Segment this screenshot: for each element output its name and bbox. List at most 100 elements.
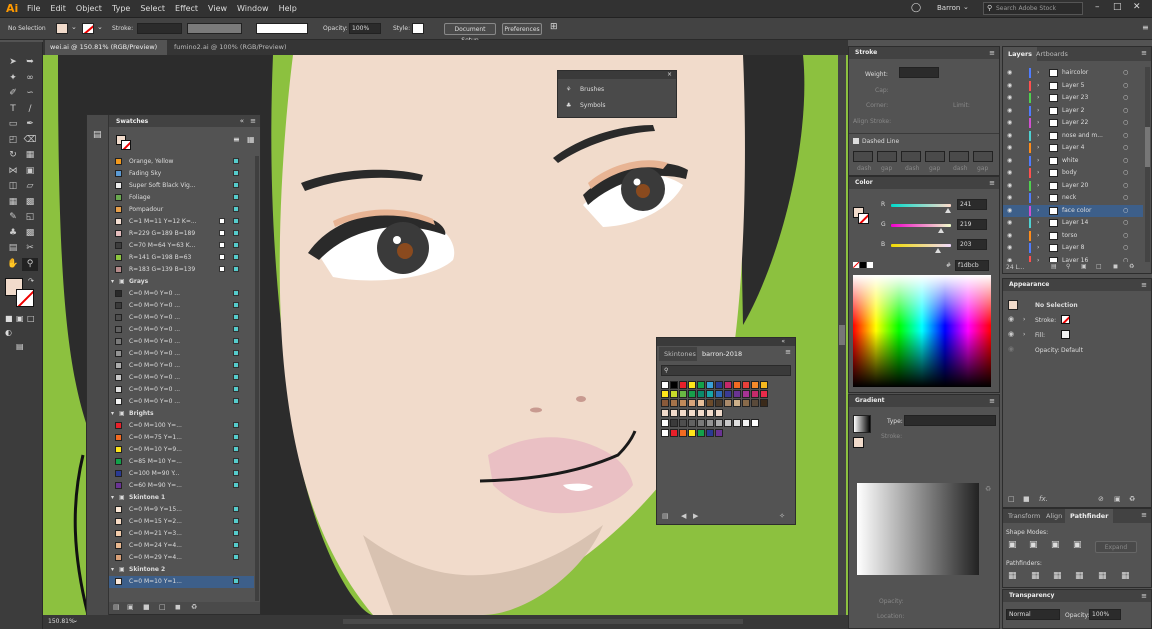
swatch-row[interactable]: C=60 M=90 Y=... (109, 480, 254, 492)
library-swatch[interactable] (679, 390, 687, 398)
layer-row[interactable]: ◉ › body ○ (1003, 167, 1143, 179)
curvature-tool-icon[interactable]: ∽ (22, 87, 38, 100)
target-icon[interactable]: ○ (1123, 92, 1128, 104)
variable-width-field[interactable] (187, 23, 242, 34)
appearance-stroke-label[interactable]: Stroke: (1035, 317, 1056, 324)
chevron-down-icon[interactable]: ⌄ (73, 617, 78, 624)
chevron-down-icon[interactable]: ▾ (111, 564, 114, 576)
eye-icon[interactable]: ◉ (1007, 217, 1012, 229)
library-swatch[interactable] (706, 399, 714, 407)
fill-swatch[interactable] (56, 23, 68, 34)
exclude-icon[interactable]: ▣ (1073, 540, 1082, 550)
slice-tool-icon[interactable]: ✂ (22, 242, 38, 255)
menu-help[interactable]: Help (274, 0, 302, 18)
library-swatch[interactable] (688, 419, 696, 427)
color-spectrum[interactable] (853, 275, 991, 387)
menu-file[interactable]: File (22, 0, 45, 18)
eye-icon[interactable]: ◉ (1007, 205, 1012, 217)
swatch-row[interactable]: Orange, Yellow (109, 156, 254, 168)
active-stroke-swatch[interactable] (121, 140, 131, 150)
library-swatch[interactable] (661, 399, 669, 407)
appearance-opacity-label[interactable]: Opacity: (1035, 347, 1060, 354)
line-segment-tool-icon[interactable]: ∕ (22, 103, 38, 116)
target-icon[interactable]: ○ (1123, 105, 1128, 117)
chevron-down-icon[interactable]: ⌄ (71, 23, 77, 31)
brush-definition-field[interactable] (256, 23, 308, 34)
layer-row[interactable]: ◉ › Layer 4 ○ (1003, 142, 1143, 154)
expand-icon[interactable]: › (1037, 80, 1039, 92)
white-color-icon[interactable] (867, 262, 873, 268)
brushes-item[interactable]: ⚘ Brushes (558, 84, 676, 96)
appearance-stroke-swatch[interactable] (1061, 315, 1070, 324)
panel-icon[interactable]: ▤ (93, 130, 102, 140)
collapse-icon[interactable]: « (781, 338, 785, 345)
layer-row[interactable]: ◉ › haircolor ○ (1003, 67, 1143, 79)
expand-icon[interactable]: › (1037, 167, 1039, 179)
eye-icon[interactable]: ◉ (1007, 142, 1012, 154)
merge-icon[interactable]: ▦ (1053, 571, 1062, 581)
search-icon[interactable]: ⚲ (1066, 263, 1070, 270)
trash-icon[interactable]: ♻ (1129, 495, 1135, 503)
panel-menu-icon[interactable]: ≡ (1141, 511, 1147, 519)
library-swatch[interactable] (697, 419, 705, 427)
library-swatch[interactable] (715, 399, 723, 407)
none-mode-icon[interactable]: □ (27, 314, 35, 323)
color-mode-icon[interactable]: ■ (5, 314, 13, 323)
fx-icon[interactable]: fx. (1039, 495, 1048, 503)
layer-row[interactable]: ◉ › neck ○ (1003, 192, 1143, 204)
panel-menu-icon[interactable]: ≡ (1141, 49, 1147, 57)
gradient-tool-icon[interactable]: ▩ (22, 196, 38, 209)
layer-row[interactable]: ◉ › Layer 14 ○ (1003, 217, 1143, 229)
library-swatch[interactable] (670, 409, 678, 417)
eyedropper-tool-icon[interactable]: ✎ (5, 211, 21, 224)
mask-icon[interactable]: ▣ (1081, 263, 1087, 270)
swatch-row[interactable]: Super Soft Black Vig... (109, 180, 254, 192)
transparency-opacity-field[interactable]: 100% (1089, 609, 1121, 620)
user-name[interactable]: Barron (937, 4, 960, 12)
dashed-line-checkbox[interactable] (853, 138, 859, 144)
g-field[interactable]: 219 (957, 219, 987, 230)
library-swatch[interactable] (706, 409, 714, 417)
panel-menu-icon[interactable]: ≡ (1141, 592, 1147, 600)
shape-builder-tool-icon[interactable]: ◫ (5, 180, 21, 193)
swatch-row[interactable]: C=0 M=0 Y=0 ... (109, 372, 254, 384)
grid-view-icon[interactable]: ▦ (247, 135, 255, 144)
r-field[interactable]: 241 (957, 199, 987, 210)
library-swatch[interactable] (751, 419, 759, 427)
library-swatch[interactable] (715, 390, 723, 398)
panel-menu-icon[interactable]: ≡ (989, 179, 995, 187)
minus-back-icon[interactable]: ▦ (1121, 571, 1130, 581)
r-slider-thumb[interactable] (945, 208, 951, 213)
menu-select[interactable]: Select (135, 0, 170, 18)
hex-field[interactable]: f1dbcb (955, 260, 989, 271)
library-swatch[interactable] (724, 390, 732, 398)
swatch-row[interactable]: Fading Sky (109, 168, 254, 180)
library-swatch[interactable] (679, 429, 687, 437)
chevron-down-icon[interactable]: ▾ (111, 492, 114, 504)
chevron-down-icon[interactable]: ⌄ (963, 3, 969, 11)
collapse-icon[interactable]: « (240, 117, 244, 125)
eye-icon[interactable]: ◉ (1008, 315, 1014, 323)
eye-icon[interactable]: ◉ (1007, 180, 1012, 192)
target-icon[interactable]: ○ (1123, 230, 1128, 242)
eye-icon[interactable]: ◉ (1007, 80, 1012, 92)
library-swatch[interactable] (706, 429, 714, 437)
library-swatch[interactable] (688, 409, 696, 417)
new-art-icon[interactable]: □ (1008, 495, 1015, 503)
color-stroke-swatch[interactable] (858, 213, 869, 224)
swap-icon[interactable]: ↷ (28, 277, 34, 285)
new-layer-icon[interactable]: ◼ (1113, 263, 1118, 270)
target-icon[interactable]: ○ (1123, 80, 1128, 92)
expand-icon[interactable]: › (1037, 105, 1039, 117)
shaper-tool-icon[interactable]: ◰ (5, 134, 21, 147)
width-tool-icon[interactable]: ⋈ (5, 165, 21, 178)
document-setup-button[interactable]: Document Setup (444, 23, 496, 44)
duplicate-icon[interactable]: ▣ (1114, 495, 1121, 503)
eye-icon[interactable]: ◉ (1007, 117, 1012, 129)
library-swatch[interactable] (742, 399, 750, 407)
selection-tool-icon[interactable]: ➤ (5, 56, 21, 69)
list-view-icon[interactable]: ≡ (233, 135, 240, 144)
target-icon[interactable]: ○ (1123, 130, 1128, 142)
target-icon[interactable]: ○ (1123, 167, 1128, 179)
library-swatch[interactable] (679, 399, 687, 407)
